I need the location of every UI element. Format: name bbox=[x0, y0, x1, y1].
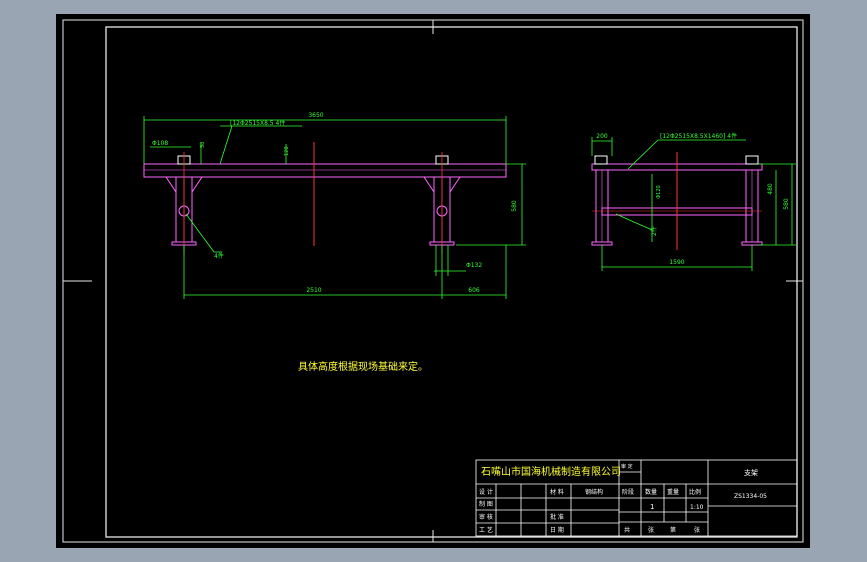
header-weight: 重量 bbox=[667, 488, 679, 496]
dim-height: 580 bbox=[511, 200, 518, 212]
front-view: 3650 2510 606 580 Φ108 38 120 Φ132 [12Φ2… bbox=[143, 112, 526, 299]
side-bolt-right bbox=[745, 155, 759, 165]
header-scale: 比例 bbox=[689, 488, 701, 496]
quantity-value: 1 bbox=[650, 503, 654, 511]
sheet-unit-label-2: 张 bbox=[694, 526, 700, 534]
side-beam-callout: [12Φ2515X8.5X1460] 4件 bbox=[660, 132, 737, 140]
sheet-total-label: 共 bbox=[624, 526, 630, 534]
side-brace-callout: 2件 bbox=[650, 226, 658, 236]
side-dim-height-inner: 480 bbox=[767, 183, 774, 195]
front-leg-callout: 4件 bbox=[214, 252, 224, 260]
label-material: 材 料 bbox=[550, 488, 564, 496]
company-name: 石嘴山市国海机械制造有限公司 bbox=[481, 465, 621, 478]
cad-viewport[interactable]: 3650 2510 606 580 Φ108 38 120 Φ132 [12Φ2… bbox=[56, 14, 810, 548]
drawing-sheet: 3650 2510 606 580 Φ108 38 120 Φ132 [12Φ2… bbox=[62, 19, 804, 543]
dim-mid: 120 bbox=[284, 146, 290, 156]
dim-overall-length: 3650 bbox=[308, 112, 323, 119]
header-stage: 阶段 bbox=[622, 488, 634, 496]
side-dim-top-width: 200 bbox=[596, 133, 608, 140]
label-designer: 设 计 bbox=[479, 488, 493, 496]
label-date: 日 期 bbox=[550, 526, 564, 534]
drawing-name: 支架 bbox=[744, 468, 758, 477]
dim-bolt-hole: Φ108 bbox=[152, 140, 168, 147]
dim-span: 2510 bbox=[306, 287, 321, 294]
sheet-current-label: 第 bbox=[670, 526, 676, 534]
side-dim-inner: Φ120 bbox=[656, 185, 662, 198]
drawing-code: ZS1334-05 bbox=[734, 493, 767, 500]
label-process: 工 艺 bbox=[479, 526, 493, 534]
side-dim-height-outer: 580 bbox=[783, 198, 790, 210]
scale-value: 1:10 bbox=[690, 504, 704, 511]
sheet-inner-border bbox=[105, 26, 798, 538]
sheet-unit-label-1: 张 bbox=[648, 526, 654, 534]
front-beam-callout: [12Φ2515X8.5 4件 bbox=[230, 119, 285, 127]
label-reviewer: 审 核 bbox=[479, 513, 493, 521]
header-qty: 数量 bbox=[645, 488, 657, 496]
front-beam bbox=[143, 163, 507, 178]
label-drafter: 制 图 bbox=[479, 500, 493, 508]
label-approve: 批 准 bbox=[550, 513, 564, 521]
side-bolt-left bbox=[594, 155, 608, 165]
dim-top-small: 38 bbox=[200, 142, 206, 148]
side-view: 200 1590 480 580 Φ120 [12Φ2515X8.5X1460]… bbox=[591, 132, 796, 271]
dim-end-offset: 606 bbox=[468, 287, 480, 294]
sheet-outer-border bbox=[62, 19, 804, 543]
drawing-note: 具体高度根据现场基础来定。 bbox=[298, 360, 428, 373]
side-dim-width: 1590 bbox=[669, 259, 684, 266]
dim-plate-thk: Φ132 bbox=[466, 262, 482, 269]
material-value: 钢结构 bbox=[585, 488, 603, 496]
label-authorize: 审 定 bbox=[621, 463, 633, 470]
